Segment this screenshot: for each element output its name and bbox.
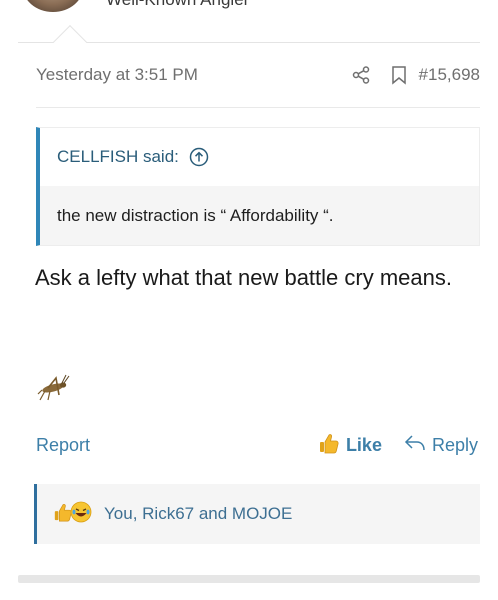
post-timestamp[interactable]: Yesterday at 3:51 PM: [36, 65, 351, 85]
reply-arrow-icon: [404, 434, 426, 457]
post-message: Ask a lefty what that new battle cry mea…: [35, 265, 452, 290]
next-post-edge: [18, 575, 480, 583]
reply-button[interactable]: Reply: [404, 434, 478, 457]
report-link[interactable]: Report: [36, 435, 318, 456]
quote-author[interactable]: CELLFISH said:: [57, 147, 179, 167]
reply-label: Reply: [431, 434, 478, 455]
post-actions: Report Like Reply: [36, 430, 478, 460]
like-button[interactable]: Like: [318, 432, 382, 459]
laughing-emoji-icon: [70, 501, 92, 528]
like-label: Like: [345, 434, 382, 455]
reactions-summary[interactable]: You, Rick67 and MOJOE: [104, 504, 292, 524]
grasshopper-icon: [36, 373, 70, 403]
divider: [36, 107, 480, 108]
bookmark-icon[interactable]: [389, 65, 409, 85]
author-user-title: Well-Known Angler: [106, 0, 249, 10]
avatar[interactable]: [22, 0, 84, 12]
thumbs-up-icon: [318, 432, 340, 459]
quote-header[interactable]: CELLFISH said:: [40, 128, 479, 186]
post-number-link[interactable]: #15,698: [419, 65, 480, 85]
reactions-bar[interactable]: You, Rick67 and MOJOE: [34, 484, 480, 544]
post-meta: Yesterday at 3:51 PM #15,698: [36, 60, 480, 90]
jump-to-quote-icon[interactable]: [189, 147, 209, 167]
share-icon[interactable]: [351, 65, 371, 85]
quote-block: CELLFISH said: the new distraction is “ …: [36, 127, 480, 246]
divider: [18, 42, 480, 43]
quote-text: the new distraction is “ Affordability “…: [40, 186, 479, 245]
